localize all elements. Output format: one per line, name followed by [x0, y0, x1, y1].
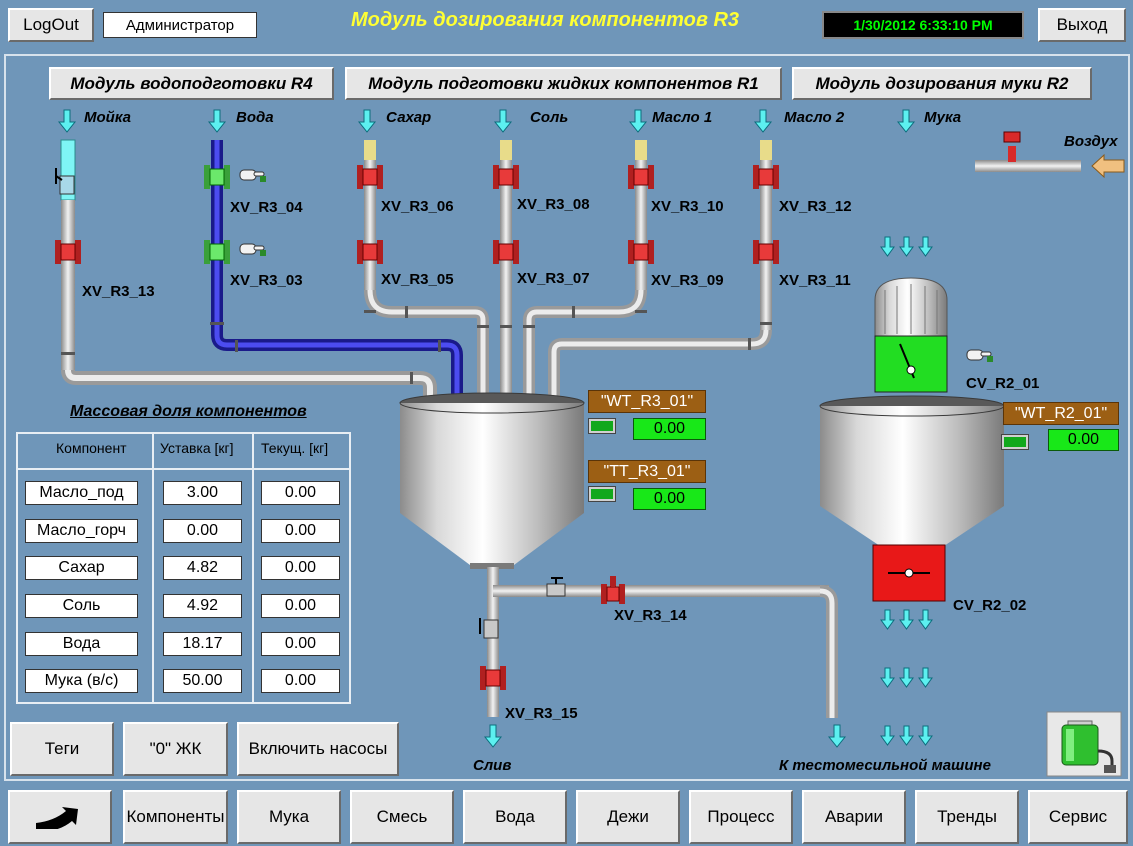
row-name: Масло_под: [25, 481, 138, 505]
valve-xv06[interactable]: [355, 163, 385, 191]
label-xv07: XV_R3_07: [517, 270, 590, 287]
row-name: Мука (в/с): [25, 669, 138, 693]
manual-mode-hand-icon[interactable]: [238, 166, 268, 184]
label-cv01: CV_R2_01: [966, 375, 1040, 392]
label-moyka: Мойка: [84, 109, 131, 126]
label-sakhar: Сахар: [386, 109, 432, 126]
back-button[interactable]: [8, 790, 112, 844]
label-xv12: XV_R3_12: [779, 198, 852, 215]
label-xv15: XV_R3_15: [505, 705, 578, 722]
row-current: 0.00: [261, 519, 340, 543]
row-name: Сахар: [25, 556, 138, 580]
power-battery-icon[interactable]: [1046, 711, 1122, 777]
row-setpoint[interactable]: 50.00: [163, 669, 242, 693]
valve-xv15[interactable]: [478, 664, 508, 692]
indicator-wt-r3-01: [588, 418, 616, 434]
manual-valve-xv14[interactable]: [543, 576, 571, 602]
valve-xv07[interactable]: [491, 238, 521, 266]
row-setpoint[interactable]: 4.92: [163, 594, 242, 618]
nav-vats[interactable]: Дежи: [576, 790, 680, 844]
label-drain: Слив: [473, 757, 512, 774]
nav-alarms[interactable]: Аварии: [802, 790, 906, 844]
manual-valve-drain[interactable]: [478, 614, 504, 644]
label-sol: Соль: [530, 109, 569, 126]
row-current: 0.00: [261, 632, 340, 656]
row-current: 0.00: [261, 669, 340, 693]
value-wt-r3-01: 0.00: [633, 418, 706, 440]
label-vozdukh: Воздух: [1064, 133, 1118, 150]
manual-mode-hand-icon[interactable]: [965, 346, 995, 364]
tag-wt-r2-01[interactable]: "WT_R2_01": [1003, 402, 1119, 425]
table-header-current: Текущ. [кг]: [261, 440, 329, 456]
valve-xv05[interactable]: [355, 238, 385, 266]
row-setpoint[interactable]: 0.00: [163, 519, 242, 543]
valve-xv14[interactable]: [599, 576, 627, 606]
tag-tt-r3-01[interactable]: "TT_R3_01": [588, 460, 706, 483]
manual-valve-wash[interactable]: [50, 166, 80, 198]
label-xv08: XV_R3_08: [517, 196, 590, 213]
label-xv05: XV_R3_05: [381, 271, 454, 288]
valve-xv10[interactable]: [626, 163, 656, 191]
return-arrow-icon: [36, 807, 78, 829]
valve-xv09[interactable]: [626, 238, 656, 266]
valve-xv13[interactable]: [53, 238, 83, 266]
label-voda: Вода: [236, 109, 274, 126]
label-maslo1: Масло 1: [652, 109, 713, 126]
label-xv11: XV_R3_11: [779, 272, 851, 289]
label-maslo2: Масло 2: [784, 109, 845, 126]
table-title: Массовая доля компонентов: [70, 403, 307, 420]
table-header-setpoint: Уставка [кг]: [160, 440, 234, 456]
zero-zhk-button[interactable]: "0" ЖК: [123, 722, 228, 776]
row-name: Вода: [25, 632, 138, 656]
label-cv02: CV_R2_02: [953, 597, 1027, 614]
row-name: Масло_горч: [25, 519, 138, 543]
nav-service[interactable]: Сервис: [1028, 790, 1128, 844]
nav-process[interactable]: Процесс: [689, 790, 793, 844]
table-col-divider: [252, 432, 254, 704]
row-name: Соль: [25, 594, 138, 618]
table-col-divider: [152, 432, 154, 704]
nav-flour[interactable]: Мука: [237, 790, 341, 844]
valve-xv12[interactable]: [751, 163, 781, 191]
nav-trends[interactable]: Тренды: [915, 790, 1019, 844]
row-setpoint[interactable]: 4.82: [163, 556, 242, 580]
row-current: 0.00: [261, 481, 340, 505]
label-to-mixer: К тестомесильной машине: [779, 757, 991, 774]
tags-button[interactable]: Теги: [10, 722, 114, 776]
label-xv09: XV_R3_09: [651, 272, 724, 289]
manual-mode-hand-icon[interactable]: [238, 240, 268, 258]
tag-wt-r3-01[interactable]: "WT_R3_01": [588, 390, 706, 413]
nav-components[interactable]: Компоненты: [123, 790, 228, 844]
row-setpoint[interactable]: 3.00: [163, 481, 242, 505]
nav-water[interactable]: Вода: [463, 790, 567, 844]
label-xv06: XV_R3_06: [381, 198, 454, 215]
row-current: 0.00: [261, 594, 340, 618]
valve-xv11[interactable]: [751, 238, 781, 266]
pumps-on-button[interactable]: Включить насосы: [237, 722, 399, 776]
label-muka: Мука: [924, 109, 962, 126]
indicator-tt-r3-01: [588, 486, 616, 502]
value-tt-r3-01: 0.00: [633, 488, 706, 510]
table-header-divider: [16, 468, 351, 470]
valve-xv03[interactable]: [202, 238, 232, 266]
label-xv04: XV_R3_04: [230, 199, 303, 216]
valve-xv08[interactable]: [491, 163, 521, 191]
label-xv10: XV_R3_10: [651, 198, 724, 215]
table-header-component: Компонент: [56, 440, 127, 456]
label-xv14: XV_R3_14: [614, 607, 687, 624]
valve-xv04[interactable]: [202, 163, 232, 191]
value-wt-r2-01: 0.00: [1048, 429, 1119, 451]
label-xv13: XV_R3_13: [82, 283, 155, 300]
row-current: 0.00: [261, 556, 340, 580]
row-setpoint[interactable]: 18.17: [163, 632, 242, 656]
label-xv03: XV_R3_03: [230, 272, 303, 289]
nav-mix[interactable]: Смесь: [350, 790, 454, 844]
indicator-wt-r2-01: [1001, 434, 1029, 450]
